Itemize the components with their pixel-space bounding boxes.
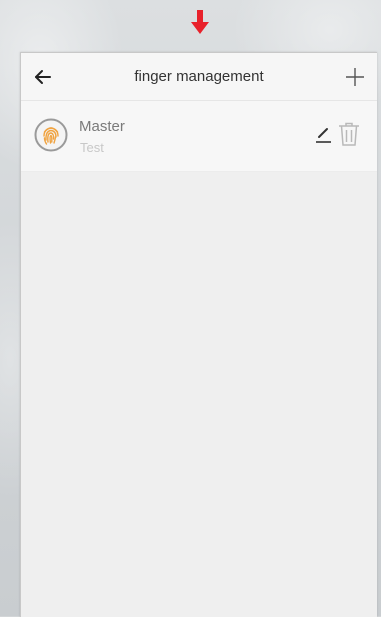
page-title: finger management xyxy=(134,68,264,85)
list-item[interactable]: Master Test xyxy=(21,101,377,172)
pencil-icon xyxy=(316,128,331,143)
finger-subtitle: Test xyxy=(80,140,104,155)
app-bar: finger management xyxy=(21,53,377,101)
fingerprint-icon xyxy=(34,118,68,152)
delete-button[interactable] xyxy=(337,121,361,147)
app-screen: finger management Master Test xyxy=(20,52,377,617)
trash-icon xyxy=(339,122,359,146)
finger-name: Master xyxy=(79,118,125,135)
add-finger-button[interactable] xyxy=(343,65,367,89)
down-arrow-icon xyxy=(191,10,209,34)
edit-button[interactable] xyxy=(315,124,333,144)
plus-icon xyxy=(346,68,364,86)
